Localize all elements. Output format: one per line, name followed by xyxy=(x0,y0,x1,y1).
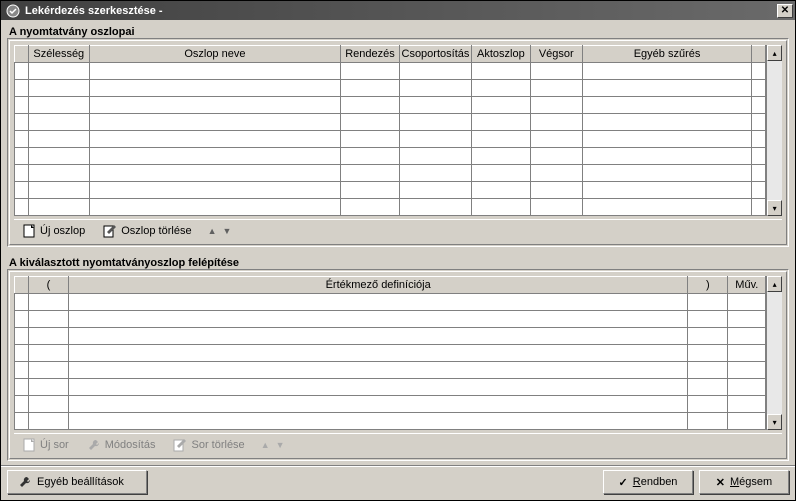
col-op[interactable]: Műv. xyxy=(728,277,766,294)
app-icon xyxy=(5,3,21,19)
other-settings-label: Egyéb beállítások xyxy=(37,476,124,488)
check-icon xyxy=(619,476,628,489)
table-row[interactable] xyxy=(15,328,766,345)
section-a-label: A nyomtatvány oszlopai xyxy=(9,26,787,38)
table-row[interactable] xyxy=(15,379,766,396)
wrench-icon xyxy=(87,438,101,452)
cancel-label-rest: égsem xyxy=(739,476,772,488)
new-row-button[interactable]: Új sor xyxy=(20,437,71,453)
move-up-button[interactable]: ▲ xyxy=(261,440,270,450)
table-row[interactable] xyxy=(15,165,766,182)
delete-column-label: Oszlop törlése xyxy=(121,225,191,237)
footer-bar: Egyéb beállítások Rendben Mégsem xyxy=(1,465,795,500)
table-row[interactable] xyxy=(15,63,766,80)
table-row[interactable] xyxy=(15,311,766,328)
delete-column-button[interactable]: Oszlop törlése xyxy=(101,223,193,239)
x-icon xyxy=(716,476,725,489)
new-icon xyxy=(22,438,36,452)
col-filter[interactable]: Egyéb szűrés xyxy=(582,46,751,63)
columns-scrollbar[interactable]: ▴ ▾ xyxy=(766,45,782,216)
window: Lekérdezés szerkesztése - ✕ A nyomtatván… xyxy=(0,0,796,501)
table-row[interactable] xyxy=(15,114,766,131)
section-b-label: A kiválasztott nyomtatványoszlop felépít… xyxy=(9,257,787,269)
table-row[interactable] xyxy=(15,80,766,97)
scroll-up-button[interactable]: ▴ xyxy=(767,45,782,61)
table-row[interactable] xyxy=(15,199,766,216)
col-name[interactable]: Oszlop neve xyxy=(89,46,341,63)
col-endrow[interactable]: Végsor xyxy=(530,46,582,63)
new-column-label: Új oszlop xyxy=(40,225,85,237)
table-row[interactable] xyxy=(15,131,766,148)
delete-row-label: Sor törlése xyxy=(191,439,244,451)
col-rowmark-b[interactable] xyxy=(15,277,29,294)
col-def[interactable]: Értékmező definíciója xyxy=(69,277,688,294)
col-close[interactable]: ) xyxy=(688,277,728,294)
scroll-track[interactable] xyxy=(767,292,782,414)
col-sort[interactable]: Rendezés xyxy=(341,46,399,63)
scroll-down-button[interactable]: ▾ xyxy=(767,414,782,430)
definition-scrollbar[interactable]: ▴ ▾ xyxy=(766,276,782,430)
col-tail[interactable] xyxy=(752,46,766,63)
delete-row-button[interactable]: Sor törlése xyxy=(171,437,246,453)
move-down-button[interactable]: ▼ xyxy=(276,440,285,450)
scroll-down-button[interactable]: ▾ xyxy=(767,200,782,216)
table-row[interactable] xyxy=(15,345,766,362)
window-title: Lekérdezés szerkesztése - xyxy=(25,5,777,17)
scroll-up-button[interactable]: ▴ xyxy=(767,276,782,292)
content: A nyomtatvány oszlopai xyxy=(1,20,795,465)
definition-grid[interactable]: ( Értékmező definíciója ) Műv. xyxy=(14,276,766,430)
ok-button[interactable]: Rendben xyxy=(603,470,693,494)
definition-toolbar: Új sor Módosítás Sor törlé xyxy=(14,433,782,454)
edit-delete-icon xyxy=(173,438,187,452)
table-row[interactable] xyxy=(15,362,766,379)
table-row[interactable] xyxy=(15,182,766,199)
edit-delete-icon xyxy=(103,224,117,238)
col-group[interactable]: Csoportosítás xyxy=(399,46,472,63)
close-button[interactable]: ✕ xyxy=(777,4,793,18)
ok-label-rest: endben xyxy=(641,476,678,488)
table-row[interactable] xyxy=(15,97,766,114)
col-open[interactable]: ( xyxy=(29,277,69,294)
modify-label: Módosítás xyxy=(105,439,156,451)
cancel-button[interactable]: Mégsem xyxy=(699,470,789,494)
columns-grid[interactable]: Szélesség Oszlop neve Rendezés Csoportos… xyxy=(14,45,766,216)
move-up-button[interactable]: ▲ xyxy=(208,226,217,236)
table-row[interactable] xyxy=(15,413,766,430)
col-actcol[interactable]: Aktoszlop xyxy=(472,46,530,63)
modify-button[interactable]: Módosítás xyxy=(85,437,158,453)
table-row[interactable] xyxy=(15,396,766,413)
col-width[interactable]: Szélesség xyxy=(29,46,89,63)
scroll-track[interactable] xyxy=(767,61,782,200)
new-icon xyxy=(22,224,36,238)
table-row[interactable] xyxy=(15,148,766,165)
col-rowmark[interactable] xyxy=(15,46,29,63)
definition-panel: ( Értékmező definíciója ) Műv. xyxy=(7,269,789,461)
move-down-button[interactable]: ▼ xyxy=(222,226,231,236)
other-settings-button[interactable]: Egyéb beállítások xyxy=(7,470,147,494)
columns-panel: Szélesség Oszlop neve Rendezés Csoportos… xyxy=(7,38,789,247)
new-row-label: Új sor xyxy=(40,439,69,451)
columns-toolbar: Új oszlop Oszlop törlése ▲ ▼ xyxy=(14,219,782,240)
table-row[interactable] xyxy=(15,294,766,311)
new-column-button[interactable]: Új oszlop xyxy=(20,223,87,239)
titlebar: Lekérdezés szerkesztése - ✕ xyxy=(1,1,795,20)
wrench-icon xyxy=(18,475,32,489)
